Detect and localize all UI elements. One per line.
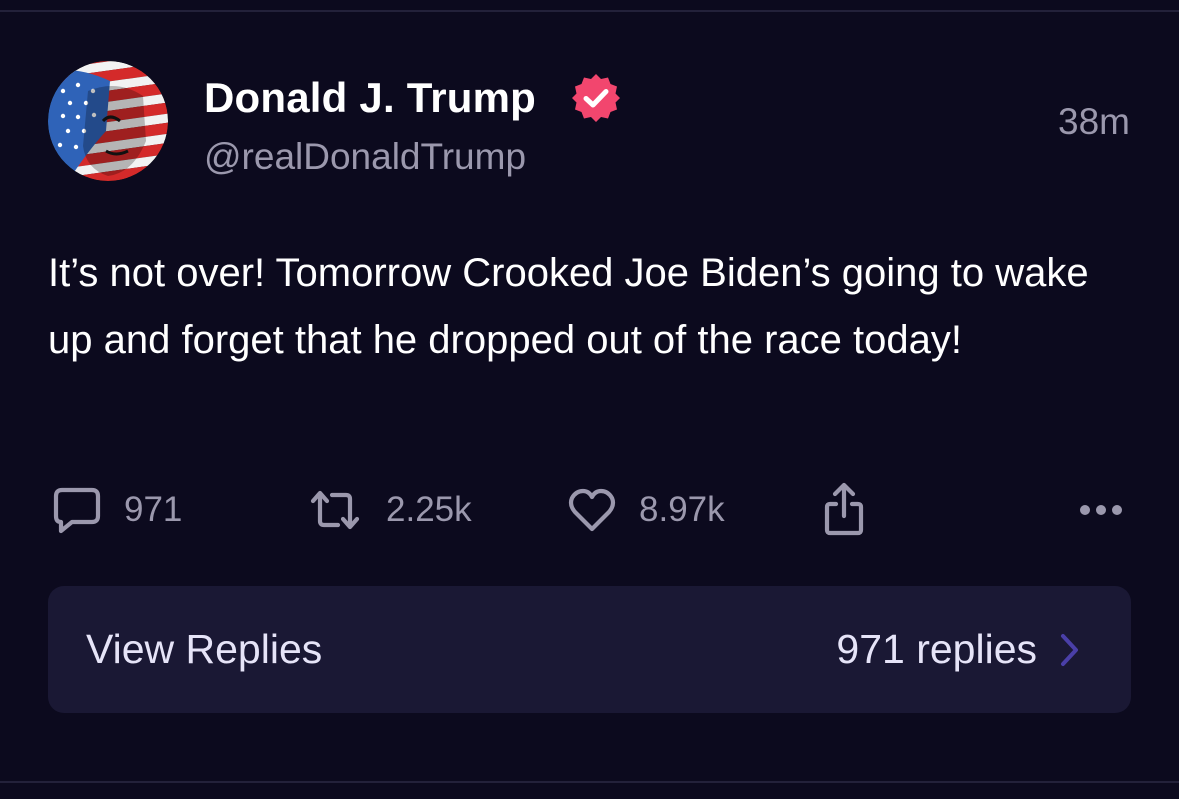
verified-badge-icon xyxy=(570,72,622,124)
view-replies-button[interactable]: View Replies 971 replies xyxy=(48,586,1131,713)
handle[interactable]: @realDonaldTrump xyxy=(204,136,526,178)
replies-summary: 971 replies xyxy=(836,626,1081,673)
like-button[interactable]: 8.97k xyxy=(565,480,725,540)
repost-button[interactable]: 2.25k xyxy=(304,480,472,540)
share-button[interactable] xyxy=(820,480,868,540)
comment-icon xyxy=(53,487,101,534)
repost-icon xyxy=(310,490,360,530)
display-name[interactable]: Donald J. Trump xyxy=(204,74,536,122)
chevron-right-icon xyxy=(1061,633,1078,666)
replies-count: 971 replies xyxy=(836,626,1037,672)
reply-count: 971 xyxy=(124,490,183,529)
post-card: Donald J. Trump @realDonaldTrump 38m It’… xyxy=(0,0,1179,799)
share-icon xyxy=(824,482,864,536)
post-text: It’s not over! Tomorrow Crooked Joe Bide… xyxy=(48,251,1089,362)
avatar[interactable] xyxy=(48,61,168,181)
heart-icon xyxy=(568,488,616,532)
more-options-button[interactable] xyxy=(1078,480,1124,540)
like-count: 8.97k xyxy=(639,490,725,529)
view-replies-label: View Replies xyxy=(86,626,323,672)
bottom-divider xyxy=(0,781,1179,783)
more-icon xyxy=(1080,505,1122,515)
top-divider xyxy=(0,10,1179,12)
timestamp: 38m xyxy=(1058,101,1130,142)
repost-count: 2.25k xyxy=(386,490,472,529)
reply-button[interactable]: 971 xyxy=(50,480,182,540)
